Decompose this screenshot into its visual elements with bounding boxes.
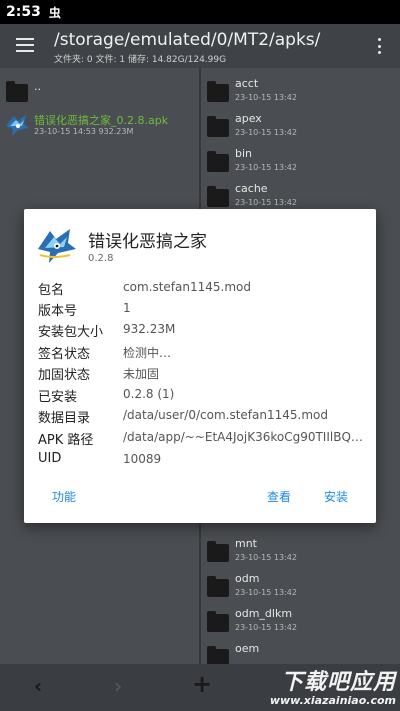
info-label: 已安装 bbox=[38, 390, 78, 405]
dialog-title: 错误化恶搞之家 bbox=[88, 232, 207, 252]
info-label: 版本号 bbox=[38, 304, 78, 319]
info-row-installed: 已安装 0.2.8 (1) bbox=[38, 386, 370, 408]
info-row-uid: UID 10089 bbox=[38, 451, 370, 473]
info-label: 签名状态 bbox=[38, 347, 91, 362]
dialog-version: 0.2.8 bbox=[88, 253, 114, 264]
info-value[interactable]: 10089 bbox=[123, 452, 161, 466]
info-row-package: 包名 com.stefan1145.mod bbox=[38, 279, 370, 301]
apk-info-dialog: 错误化恶搞之家 0.2.8 包名 com.stefan1145.mod 版本号 … bbox=[24, 209, 376, 523]
info-value[interactable]: /data/app/~~EtA4JojK36koCg90TIIlBQ==/c..… bbox=[123, 430, 371, 444]
app-icon bbox=[38, 229, 76, 263]
info-label: 加固状态 bbox=[38, 368, 91, 383]
info-row-signature: 签名状态 检测中… bbox=[38, 343, 370, 365]
info-label: UID bbox=[38, 451, 62, 466]
info-row-size: 安装包大小 932.23M bbox=[38, 321, 370, 343]
view-button[interactable]: 查看 bbox=[267, 488, 291, 505]
info-label: 安装包大小 bbox=[38, 325, 104, 340]
info-value[interactable]: 0.2.8 (1) bbox=[123, 387, 174, 401]
info-label: 包名 bbox=[38, 283, 65, 298]
function-button[interactable]: 功能 bbox=[52, 488, 76, 505]
info-value[interactable]: 932.23M bbox=[123, 322, 175, 336]
info-row-apk-path: APK 路径 /data/app/~~EtA4JojK36koCg90TIIlB… bbox=[38, 429, 371, 451]
info-value[interactable]: com.stefan1145.mod bbox=[123, 280, 251, 294]
info-row-version-code: 版本号 1 bbox=[38, 300, 370, 322]
info-row-protection: 加固状态 未加固 bbox=[38, 364, 370, 386]
info-value[interactable]: 1 bbox=[123, 301, 131, 315]
info-value[interactable]: /data/user/0/com.stefan1145.mod bbox=[123, 408, 328, 422]
info-value[interactable]: 检测中… bbox=[123, 344, 171, 361]
info-row-data-dir: 数据目录 /data/user/0/com.stefan1145.mod bbox=[38, 407, 370, 429]
info-label: APK 路径 bbox=[38, 433, 94, 448]
info-label: 数据目录 bbox=[38, 411, 91, 426]
install-button[interactable]: 安装 bbox=[324, 488, 348, 505]
info-value[interactable]: 未加固 bbox=[123, 365, 159, 382]
